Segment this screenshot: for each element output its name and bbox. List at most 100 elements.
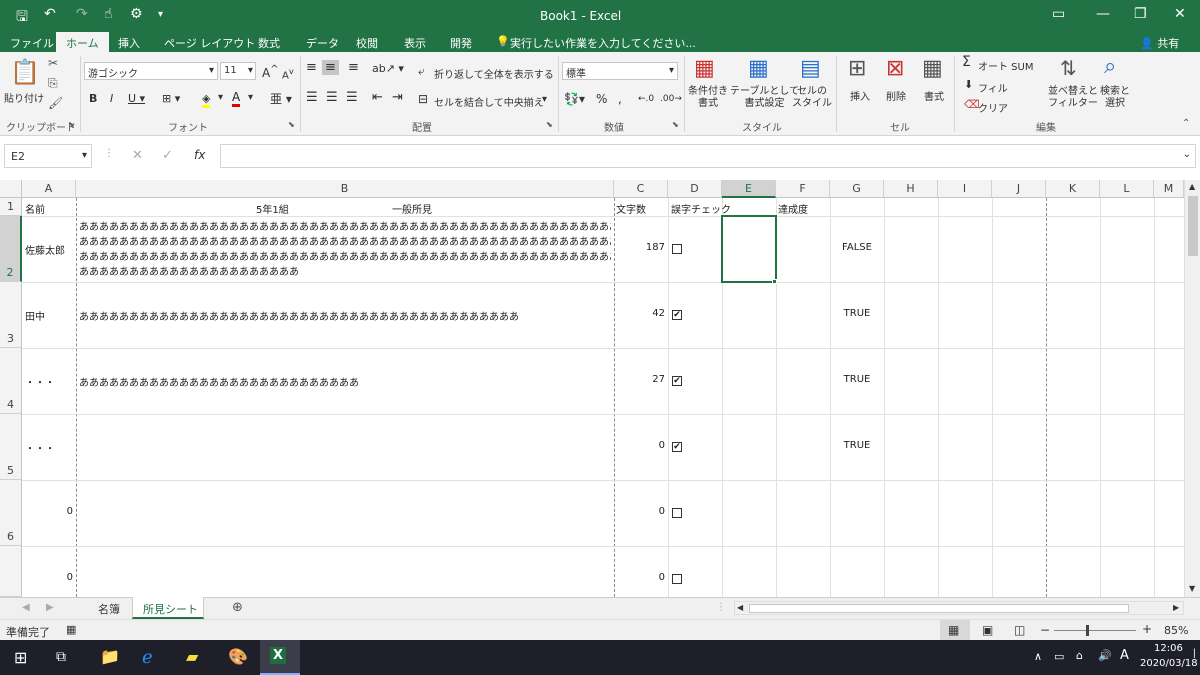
enter-icon[interactable]: ✓: [162, 148, 173, 163]
column-header-i[interactable]: I: [938, 180, 992, 198]
cell-g2[interactable]: FALSE: [830, 242, 884, 253]
chevron-down-icon[interactable]: ▾: [218, 92, 223, 103]
worksheet-grid[interactable]: A B C D E F G H I J K L M 1 2 3 4 5 6 名前…: [0, 180, 1200, 597]
paste-button[interactable]: 貼り付け: [4, 90, 44, 105]
horizontal-scrollbar[interactable]: ◀ ▶: [734, 601, 1184, 615]
scroll-thumb[interactable]: [1188, 196, 1198, 256]
column-header-d[interactable]: D: [668, 180, 722, 198]
column-header-j[interactable]: J: [992, 180, 1046, 198]
shrink-font-icon[interactable]: Av: [282, 66, 294, 81]
row-header-7[interactable]: [0, 546, 22, 597]
cell-f1[interactable]: 達成度: [778, 201, 808, 216]
find-select-button[interactable]: 検索と 選択: [1100, 86, 1130, 110]
fill-handle[interactable]: [772, 279, 777, 284]
checkbox[interactable]: ✔: [672, 376, 682, 386]
row-header-2[interactable]: 2: [0, 216, 22, 282]
undo-icon[interactable]: ↶: [44, 6, 56, 22]
dialog-launcher-icon[interactable]: ⬊: [672, 120, 679, 129]
fill-color-icon[interactable]: ◈: [202, 92, 211, 108]
align-left-icon[interactable]: ☰: [306, 90, 318, 105]
increase-decimal-icon[interactable]: ←.0: [638, 94, 654, 104]
scroll-down-icon[interactable]: ▼: [1189, 584, 1195, 593]
ribbon-display-icon[interactable]: ▭: [1052, 6, 1065, 22]
column-header-k[interactable]: K: [1046, 180, 1100, 198]
cut-icon[interactable]: ✂: [48, 56, 58, 70]
tab-home[interactable]: ホーム: [56, 32, 109, 52]
tab-view[interactable]: 表示: [404, 35, 426, 51]
file-explorer-icon[interactable]: 📁: [100, 647, 120, 666]
splitter-icon[interactable]: ⋮: [716, 602, 726, 613]
next-sheet-icon[interactable]: ▶: [46, 602, 54, 613]
autosum-button[interactable]: オート SUM: [978, 58, 1033, 73]
column-header-e[interactable]: E: [722, 180, 776, 198]
paste-icon[interactable]: 📋: [10, 58, 40, 86]
scroll-up-icon[interactable]: ▲: [1189, 182, 1195, 191]
column-header-a[interactable]: A: [22, 180, 76, 198]
volume-icon[interactable]: 🔊: [1098, 649, 1112, 662]
cell-b2-line[interactable]: ああああああああああああああああああああああ: [79, 263, 611, 278]
cell-b3[interactable]: ああああああああああああああああああああああああああああああああああああああああ…: [79, 308, 611, 323]
zoom-level[interactable]: 85%: [1164, 624, 1188, 637]
align-bottom-icon[interactable]: ≡: [348, 60, 359, 75]
cell-c7[interactable]: 0: [614, 572, 665, 583]
redo-icon[interactable]: ↷: [76, 6, 88, 22]
chevron-down-icon[interactable]: ▾: [542, 94, 547, 105]
checkbox[interactable]: [672, 508, 682, 518]
orientation-icon[interactable]: ab↗ ▾: [372, 62, 404, 75]
cell-a1[interactable]: 名前: [25, 201, 45, 216]
customize-qat-icon[interactable]: ▾: [158, 9, 163, 20]
cell-b2-line[interactable]: ああああああああああああああああああああああああああああああああああああああああ…: [79, 233, 611, 248]
underline-icon[interactable]: U ▾: [128, 92, 145, 105]
cell-c5[interactable]: 0: [614, 440, 665, 451]
checkbox[interactable]: ✔: [672, 442, 682, 452]
quick-access-icon[interactable]: ⚙: [130, 6, 143, 22]
border-icon[interactable]: ⊞ ▾: [162, 92, 180, 105]
clear-button[interactable]: クリア: [978, 100, 1008, 115]
column-header-h[interactable]: H: [884, 180, 938, 198]
format-cells-button[interactable]: 書式: [924, 88, 944, 103]
bold-icon[interactable]: B: [89, 92, 97, 105]
sheet-tab-active[interactable]: 所見シート: [132, 597, 204, 619]
name-box[interactable]: E2 ▾: [4, 144, 92, 168]
tab-formulas[interactable]: 数式: [258, 35, 280, 51]
italic-icon[interactable]: I: [110, 92, 113, 105]
zoom-in-icon[interactable]: +: [1142, 622, 1152, 636]
column-header-l[interactable]: L: [1100, 180, 1154, 198]
cell-c6[interactable]: 0: [614, 506, 665, 517]
formula-input[interactable]: ⌄: [220, 144, 1196, 168]
decrease-indent-icon[interactable]: ⇤: [372, 90, 383, 105]
tell-me-input[interactable]: 実行したい作業を入力してください...: [510, 35, 696, 51]
cell-d1[interactable]: 誤字チェック: [671, 201, 731, 216]
scroll-right-icon[interactable]: ▶: [1173, 603, 1179, 612]
column-header-g[interactable]: G: [830, 180, 884, 198]
cell-g5[interactable]: TRUE: [830, 440, 884, 451]
prev-sheet-icon[interactable]: ◀: [22, 602, 30, 613]
cell-g3[interactable]: TRUE: [830, 308, 884, 319]
scroll-thumb[interactable]: [749, 604, 1129, 613]
close-icon[interactable]: ✕: [1174, 6, 1186, 22]
notification-icon[interactable]: ▏: [1194, 649, 1200, 658]
expand-formula-icon[interactable]: ⌄: [1183, 149, 1191, 160]
sheet-tab[interactable]: 名簿: [98, 601, 120, 617]
sort-filter-button[interactable]: 並べ替えと フィルター: [1048, 86, 1098, 110]
normal-view-button[interactable]: ▦: [940, 620, 970, 640]
copy-icon[interactable]: ⎘: [48, 76, 58, 91]
number-format-select[interactable]: 標準 ▾: [562, 62, 678, 80]
currency-icon[interactable]: 💱▾: [564, 92, 585, 106]
conditional-format-button[interactable]: 条件付き 書式: [688, 86, 728, 110]
tab-page-layout[interactable]: ページ レイアウト: [164, 35, 255, 51]
delete-cells-button[interactable]: 削除: [886, 88, 906, 103]
zoom-slider-thumb[interactable]: [1086, 625, 1089, 636]
percent-icon[interactable]: %: [596, 92, 607, 106]
insert-cells-button[interactable]: 挿入: [850, 88, 870, 103]
cell-b4[interactable]: ああああああああああああああああああああああああああああ: [79, 374, 611, 389]
grow-font-icon[interactable]: A^: [262, 64, 279, 80]
row-header-3[interactable]: 3: [0, 282, 22, 348]
align-middle-icon[interactable]: ≡: [322, 60, 339, 75]
wrap-text-button[interactable]: 折り返して全体を表示する: [434, 66, 554, 81]
column-header-b[interactable]: B: [76, 180, 614, 198]
merge-center-button[interactable]: セルを結合して中央揃え: [434, 94, 544, 109]
zoom-out-icon[interactable]: −: [1040, 623, 1050, 637]
tab-data[interactable]: データ: [306, 35, 339, 51]
excel-taskbar-button[interactable]: X: [260, 640, 300, 675]
